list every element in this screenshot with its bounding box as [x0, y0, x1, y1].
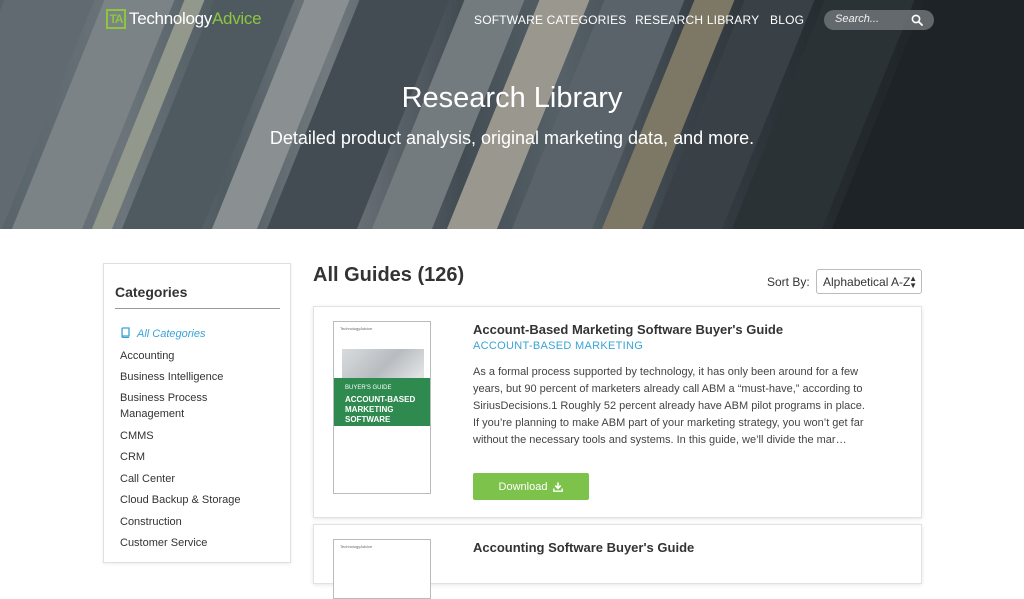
- cover-band-subtitle: BUYER'S GUIDE: [345, 385, 392, 391]
- search-input[interactable]: Search...: [824, 10, 934, 30]
- guide-cover-image[interactable]: TechnologyAdvice BUYER'S GUIDE ACCOUNT-B…: [333, 321, 431, 494]
- sort-select[interactable]: Alphabetical A-Z ▲ ▼: [816, 269, 922, 294]
- search-placeholder: Search...: [835, 13, 880, 25]
- sidebar-item-accounting[interactable]: Accounting: [120, 348, 174, 364]
- sidebar-item-all-categories[interactable]: All Categories: [137, 326, 205, 342]
- search-icon[interactable]: [911, 14, 923, 26]
- sidebar-item-crm[interactable]: CRM: [120, 449, 145, 465]
- guides-heading: All Guides (126): [313, 264, 465, 286]
- page-subtitle: Detailed product analysis, original mark…: [269, 128, 755, 148]
- sidebar-item-cmms[interactable]: CMMS: [120, 428, 154, 444]
- sidebar-item-customer-service[interactable]: Customer Service: [120, 535, 207, 551]
- logo-mark: TA: [106, 9, 126, 29]
- book-icon: [121, 327, 130, 338]
- download-button[interactable]: Download: [473, 473, 589, 500]
- select-arrows-icon: ▲ ▼: [909, 274, 917, 290]
- cover-band-title: ACCOUNT-BASED MARKETING SOFTWARE: [345, 395, 416, 424]
- guide-title[interactable]: Account-Based Marketing Software Buyer's…: [473, 322, 783, 337]
- hero-banner: TA TechnologyAdvice SOFTWARE CATEGORIES …: [0, 0, 1024, 229]
- download-icon: [553, 482, 564, 492]
- sidebar-item-call-center[interactable]: Call Center: [120, 471, 175, 487]
- logo-word-main: Technology: [129, 9, 213, 28]
- nav-blog[interactable]: BLOG: [770, 13, 804, 27]
- logo-word-accent: Advice: [212, 9, 262, 28]
- download-button-label: Download: [498, 480, 548, 493]
- nav-software-categories[interactable]: SOFTWARE CATEGORIES: [474, 13, 626, 27]
- cover-band: BUYER'S GUIDE ACCOUNT-BASED MARKETING SO…: [334, 378, 430, 426]
- sidebar-title: Categories: [115, 284, 188, 300]
- categories-sidebar: Categories All Categories Accounting Bus…: [103, 263, 291, 563]
- guide-card: TechnologyAdvice BUYER'S GUIDE ACCOUNT-B…: [313, 306, 922, 518]
- cover-logo: TechnologyAdvice: [340, 544, 373, 549]
- nav-research-library[interactable]: RESEARCH LIBRARY: [635, 13, 759, 27]
- sidebar-item-business-intelligence[interactable]: Business Intelligence: [120, 369, 223, 385]
- guide-card: TechnologyAdvice Accounting Software Buy…: [313, 524, 922, 599]
- logo-wordmark: TechnologyAdvice: [129, 9, 262, 29]
- sidebar-item-cloud-backup-storage[interactable]: Cloud Backup & Storage: [120, 492, 240, 508]
- guide-cover-image[interactable]: TechnologyAdvice: [333, 539, 431, 599]
- sort-selected-value: Alphabetical A-Z: [823, 275, 911, 289]
- sort-label: Sort By:: [767, 275, 810, 289]
- page-title: Research Library: [401, 82, 623, 114]
- sidebar-divider: [115, 308, 280, 309]
- cover-logo: TechnologyAdvice: [340, 326, 373, 331]
- sidebar-item-business-process-management[interactable]: Business Process Management: [120, 390, 240, 422]
- site-logo[interactable]: TA TechnologyAdvice: [106, 9, 262, 29]
- sidebar-item-construction[interactable]: Construction: [120, 514, 182, 530]
- guide-description: As a formal process supported by technol…: [473, 366, 865, 446]
- guide-category[interactable]: ACCOUNT-BASED MARKETING: [473, 340, 643, 352]
